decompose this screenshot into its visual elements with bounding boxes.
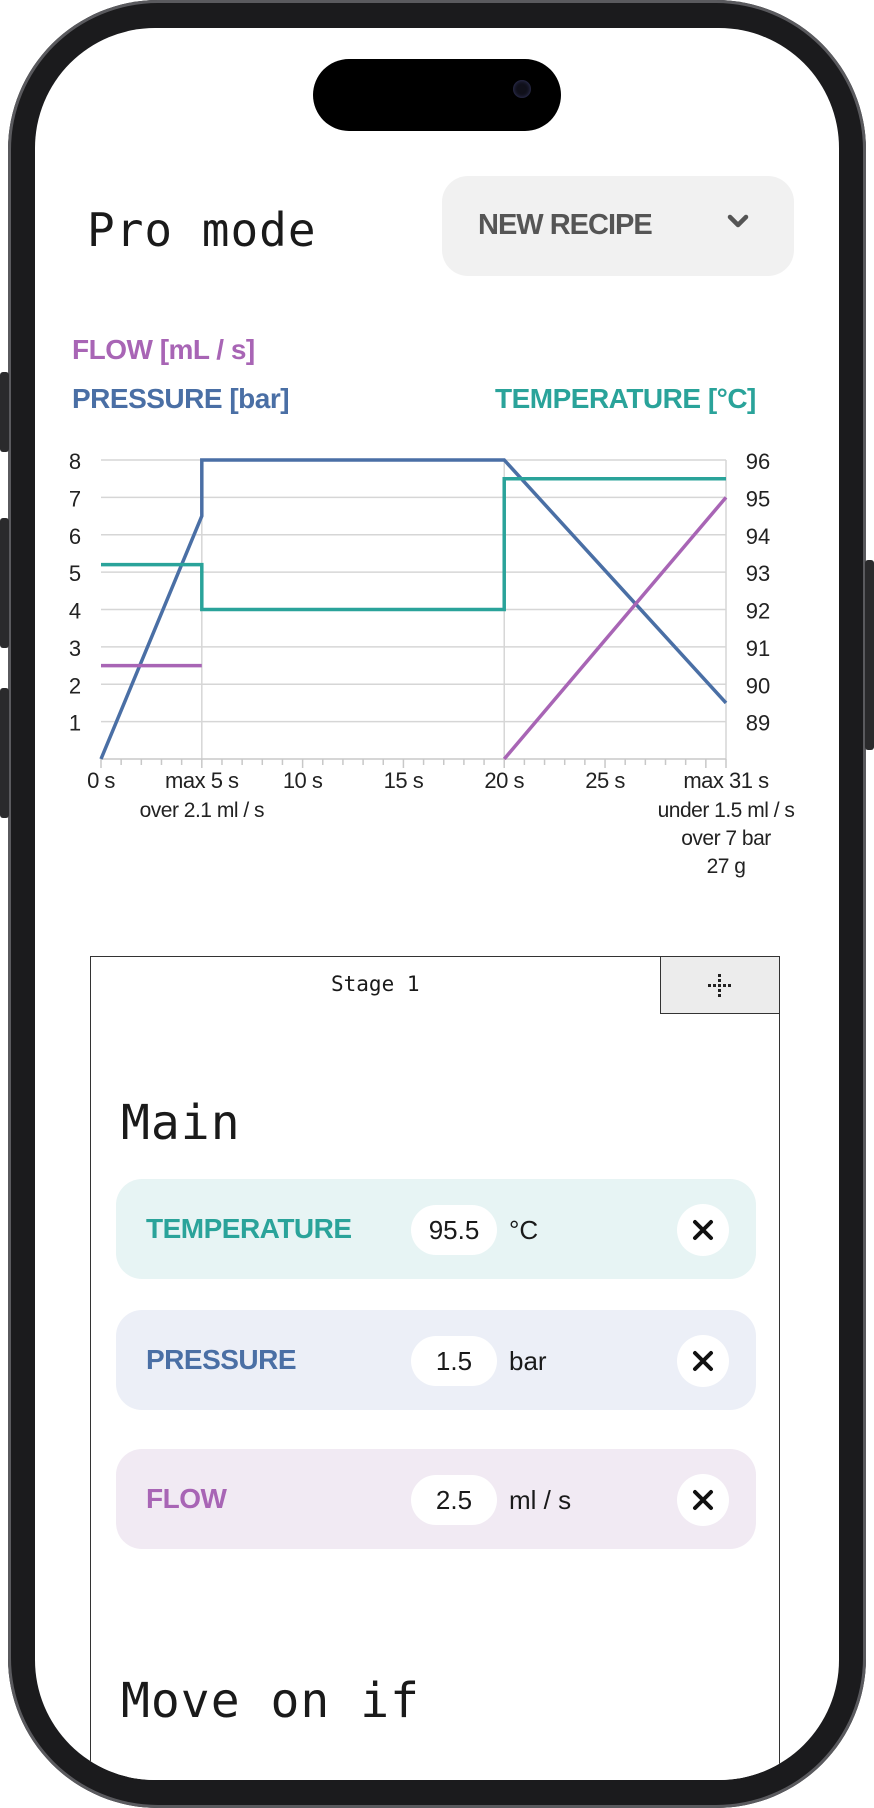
param-unit: bar	[509, 1346, 547, 1376]
left-tick-label: 5	[69, 561, 81, 586]
x-tick-label: 15 s	[384, 768, 424, 793]
x-tick-label: 20 s	[484, 768, 524, 793]
action-button	[0, 372, 9, 452]
right-tick-label: 92	[746, 599, 770, 624]
right-tick-label: 90	[746, 673, 770, 698]
remove-flow-button[interactable]	[677, 1474, 729, 1526]
param-name: FLOW	[146, 1483, 227, 1514]
x-annotation: over 2.1 ml / s	[140, 799, 264, 822]
camera-icon	[513, 80, 531, 98]
param-name: TEMPERATURE	[146, 1213, 352, 1244]
remove-pressure-button[interactable]	[677, 1335, 729, 1387]
x-tick-label: 10 s	[283, 768, 323, 793]
x-tick-label: 0 s	[87, 768, 115, 793]
screen: Pro mode NEW RECIPE FLOW [mL / s] PRESSU…	[35, 28, 839, 1780]
power-button	[865, 560, 874, 750]
left-tick-label: 4	[69, 599, 81, 624]
temperature-value-input[interactable]: 95.5	[411, 1205, 497, 1255]
volume-down-button	[0, 688, 9, 818]
move-on-section-title: Move on if	[121, 1673, 420, 1729]
remove-temperature-button[interactable]	[677, 1204, 729, 1256]
volume-up-button	[0, 518, 9, 648]
left-tick-label: 2	[69, 673, 81, 698]
close-icon	[693, 1490, 713, 1510]
x-annotation: under 1.5 ml / s	[658, 799, 795, 822]
series-line-temperature	[101, 476, 726, 612]
x-tick-label: 25 s	[585, 768, 625, 793]
close-icon	[693, 1351, 713, 1371]
flow-value-input[interactable]: 2.5	[411, 1475, 497, 1525]
right-tick-label: 96	[746, 449, 770, 474]
x-tick-label: max 31 s	[683, 768, 769, 793]
right-tick-label: 93	[746, 561, 770, 586]
stage-label: Stage 1	[331, 972, 420, 996]
stage-card: Stage 1 Main TEMPERATURE 95.5 °C PRESSUR…	[90, 956, 780, 1780]
param-row-flow: FLOW 2.5 ml / s	[116, 1449, 756, 1549]
right-tick-label: 89	[746, 711, 770, 736]
left-tick-label: 1	[69, 711, 81, 736]
right-tick-label: 94	[746, 524, 770, 549]
right-tick-label: 95	[746, 486, 770, 511]
series-line-flow	[502, 496, 728, 761]
x-annotation: 27 g	[707, 855, 746, 878]
x-tick-label: max 5 s	[165, 768, 239, 793]
param-name: PRESSURE	[146, 1344, 297, 1375]
close-icon	[693, 1220, 713, 1240]
left-tick-label: 7	[69, 486, 81, 511]
pressure-value-input[interactable]: 1.5	[411, 1336, 497, 1386]
left-tick-label: 8	[69, 449, 81, 474]
x-annotation: over 7 bar	[681, 827, 771, 850]
param-unit: ml / s	[509, 1485, 572, 1515]
param-row-temperature: TEMPERATURE 95.5 °C	[116, 1179, 756, 1279]
param-row-pressure: PRESSURE 1.5 bar	[116, 1310, 756, 1410]
left-tick-label: 6	[69, 524, 81, 549]
main-section-title: Main	[121, 1095, 241, 1151]
left-tick-label: 3	[69, 636, 81, 661]
right-tick-label: 91	[746, 636, 770, 661]
profile-chart: 1 2 3 4 5 6 7 8 89 90 91 92 93 94 95 96 0 s max 5 s 10 s 15…	[69, 449, 795, 878]
drag-handle-button[interactable]	[660, 957, 779, 1014]
param-unit: °C	[509, 1215, 539, 1245]
move-icon	[708, 974, 731, 997]
